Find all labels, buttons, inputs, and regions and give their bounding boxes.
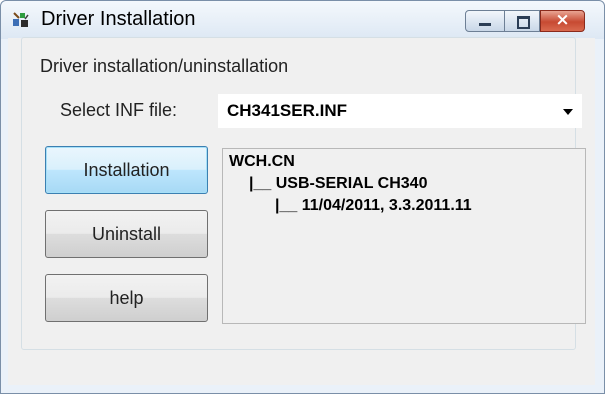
- driver-info-panel: WCH.CN |__ USB-SERIAL CH340 |__ 11/04/20…: [222, 148, 586, 324]
- driver-version: |__ 11/04/2011, 3.3.2011.11: [275, 197, 472, 214]
- inf-file-label: Select INF file:: [60, 100, 178, 120]
- uninstall-button[interactable]: Uninstall: [45, 210, 208, 258]
- inf-file-select[interactable]: CH341SER.INF: [218, 94, 582, 128]
- minimize-button[interactable]: [465, 10, 505, 32]
- chevron-down-icon[interactable]: [563, 109, 573, 115]
- inf-file-value: CH341SER.INF: [227, 101, 347, 120]
- maximize-button[interactable]: [504, 10, 540, 32]
- window-title: Driver Installation: [41, 8, 196, 30]
- minimize-icon: [479, 23, 491, 26]
- maximize-icon: [517, 16, 530, 29]
- close-button[interactable]: ×: [540, 10, 585, 32]
- driver-device: |__ USB-SERIAL CH340: [249, 175, 428, 192]
- driver-vendor: WCH.CN: [229, 153, 295, 170]
- close-icon: ×: [555, 10, 570, 30]
- driver-setup-icon: [13, 12, 29, 27]
- groupbox-label: Driver installation/uninstallation: [37, 56, 292, 77]
- help-button[interactable]: help: [45, 274, 208, 322]
- installation-button[interactable]: Installation: [45, 146, 208, 194]
- title-bar[interactable]: Driver Installation ×: [1, 1, 604, 39]
